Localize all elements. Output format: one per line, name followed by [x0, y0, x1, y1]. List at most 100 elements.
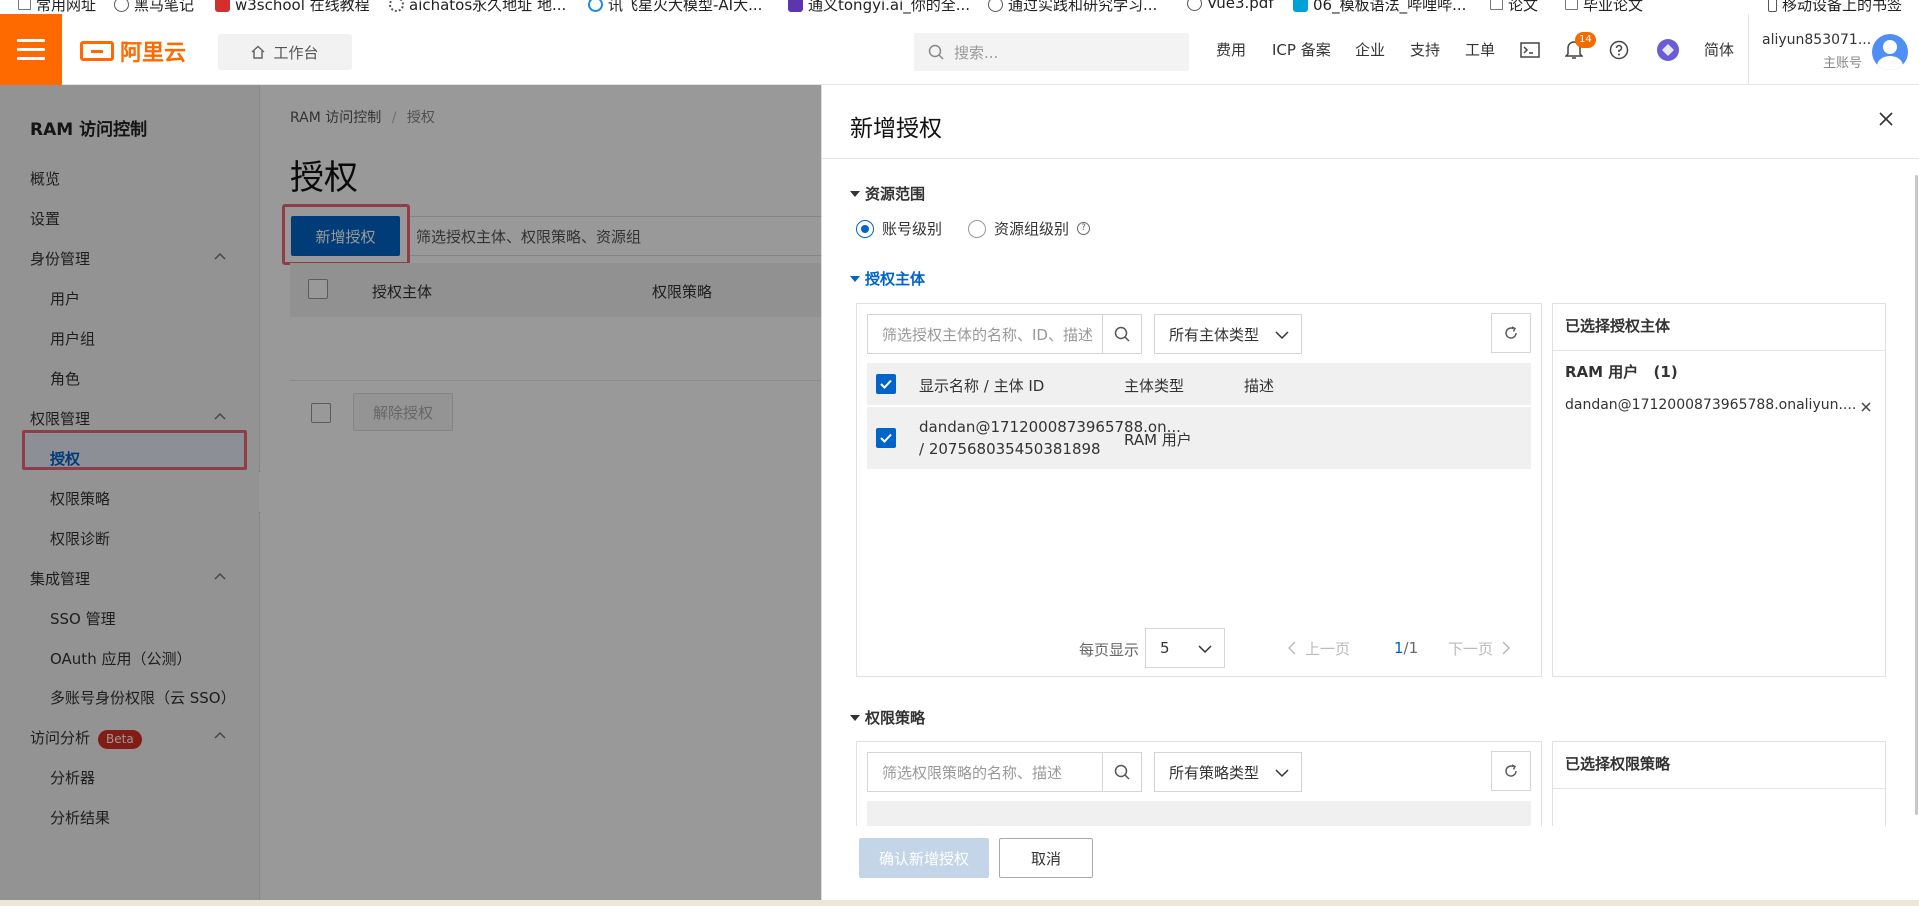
page-size-label: 每页显示	[1079, 640, 1140, 659]
cancel-button[interactable]: 取消	[999, 838, 1093, 878]
help-icon[interactable]: ?	[1077, 222, 1091, 235]
drawer-title: 新增授权	[850, 116, 942, 142]
refresh-principals-button[interactable]	[1491, 313, 1531, 353]
input-placeholder: 筛选授权主体的名称、ID、描述	[882, 325, 1093, 344]
bookmark-aichatos[interactable]: aichatos永久地址 地...	[389, 0, 566, 14]
bookmark-heima[interactable]: 黑马笔记	[114, 0, 194, 14]
next-page-button[interactable]: 下一页	[1448, 628, 1511, 668]
principal-search-input[interactable]: 筛选授权主体的名称、ID、描述	[867, 314, 1103, 354]
principal-table-header: 显示名称 / 主体 ID 主体类型 描述	[867, 363, 1531, 405]
bookmark-label: 通义tongyi.ai_你的全...	[808, 0, 971, 14]
policy-type-select[interactable]: 所有策略类型	[1154, 752, 1302, 792]
caret-down-icon	[850, 275, 860, 282]
nav-icp[interactable]: ICP 备案	[1272, 14, 1331, 85]
select-all-principals-checkbox[interactable]	[876, 374, 896, 394]
add-authorization-drawer: 新增授权 资源范围 账号级别 资源组级别 ? 授权主体 筛选授权主体的名称、ID…	[821, 85, 1919, 906]
account-info[interactable]: aliyun853071... 主账号	[1762, 32, 1872, 71]
bookmark-label: 黑马笔记	[134, 0, 195, 14]
caret-down-icon	[850, 714, 860, 721]
remove-icon[interactable]	[1859, 400, 1873, 414]
aliyun-logo[interactable]: 阿里云	[80, 35, 186, 67]
policy-search-button[interactable]	[1102, 752, 1142, 792]
selected-policies-title: 已选择权限策略	[1553, 742, 1885, 789]
policy-list-panel: 筛选权限策略的名称、描述 所有策略类型	[856, 741, 1542, 826]
bookmark-practice[interactable]: 通过实践和研究学习...	[988, 0, 1157, 14]
terminal-button[interactable]	[1520, 14, 1540, 85]
radio-account-level[interactable]: 账号级别	[856, 218, 942, 239]
nav-support[interactable]: 支持	[1410, 14, 1440, 85]
selected-principal-item: dandan@1712000873965788.onaliyun....	[1565, 397, 1857, 413]
folder-icon	[1490, 0, 1503, 10]
globe-icon	[1187, 0, 1202, 11]
nav-enterprise[interactable]: 企业	[1355, 14, 1385, 85]
bookmark-vue3[interactable]: Vue3.pdf	[1187, 0, 1274, 12]
help-button[interactable]	[1609, 14, 1629, 85]
search-icon	[1114, 326, 1130, 342]
bookmark-thesis[interactable]: 论文	[1490, 0, 1538, 14]
page-size-select[interactable]: 5	[1145, 628, 1225, 668]
account-type: 主账号	[1822, 56, 1862, 71]
section-principal[interactable]: 授权主体	[850, 268, 925, 289]
radio-resource-group-level[interactable]: 资源组级别 ?	[968, 218, 1091, 239]
chevron-down-icon	[1198, 645, 1212, 654]
chevron-down-icon	[1275, 769, 1289, 778]
selected-group-name: RAM 用户	[1565, 363, 1639, 381]
refresh-policies-button[interactable]	[1491, 751, 1531, 791]
bookmark-common-sites[interactable]: 常用网址	[18, 0, 96, 14]
nav-label: 支持	[1410, 41, 1441, 59]
bookmark-label: 移动设备上的书签	[1782, 0, 1903, 14]
folder-icon	[1565, 0, 1578, 10]
aliyun-logo-icon	[80, 41, 114, 61]
avatar[interactable]	[1872, 34, 1908, 70]
bookmark-mobile[interactable]: 移动设备上的书签	[1768, 0, 1902, 14]
ai-assistant-button[interactable]	[1656, 14, 1680, 85]
bookmark-bilibili[interactable]: 06_模板语法_哔哩哔...	[1293, 0, 1466, 14]
nav-label: 费用	[1216, 41, 1247, 59]
drawer-scrollbar[interactable]	[1915, 175, 1918, 815]
select-value: 所有主体类型	[1169, 325, 1260, 344]
modal-overlay[interactable]	[0, 85, 821, 906]
column-display-name: 显示名称 / 主体 ID	[919, 377, 1045, 395]
search-input[interactable]: 搜索...	[914, 33, 1189, 71]
bookmark-xunfei[interactable]: 讯飞星火大模型-AI大...	[588, 0, 762, 14]
nav-ticket[interactable]: 工单	[1465, 14, 1495, 85]
table-row[interactable]: dandan@1712000873965788.on... / 20756803…	[867, 407, 1531, 469]
check-icon	[880, 379, 892, 389]
tongyi-icon	[788, 0, 803, 12]
section-title: 资源范围	[865, 185, 926, 203]
menu-button[interactable]	[0, 14, 62, 85]
selected-principals-panel: 已选择授权主体 RAM 用户 (1) dandan@17120008739657…	[1552, 303, 1886, 677]
prev-page-button[interactable]: 上一页	[1287, 628, 1350, 668]
gear-icon	[389, 0, 404, 12]
bookmark-w3school[interactable]: w3school 在线教程	[215, 0, 370, 14]
principal-list-panel: 筛选授权主体的名称、ID、描述 所有主体类型 显示名称 / 主体 ID 主体类型…	[856, 303, 1542, 677]
globe-icon	[988, 0, 1003, 12]
help-circle-icon	[1609, 40, 1629, 59]
bookmark-label: 06_模板语法_哔哩哔...	[1313, 0, 1467, 14]
divider	[1748, 14, 1749, 85]
nav-billing[interactable]: 费用	[1216, 14, 1246, 85]
workbench-button[interactable]: 工作台	[218, 34, 352, 70]
bookmark-graduation[interactable]: 毕业论文	[1565, 0, 1643, 14]
bookmark-label: w3school 在线教程	[235, 0, 370, 14]
section-resource-scope[interactable]: 资源范围	[850, 183, 925, 204]
radio-label: 资源组级别	[994, 220, 1070, 238]
divider	[822, 158, 1919, 159]
chevron-down-icon	[1275, 331, 1289, 340]
principal-type-select[interactable]: 所有主体类型	[1154, 314, 1302, 354]
row-checkbox[interactable]	[876, 428, 896, 448]
notification-button[interactable]	[1565, 14, 1583, 85]
policy-search-input[interactable]: 筛选权限策略的名称、描述	[867, 752, 1103, 792]
account-name: aliyun853071...	[1762, 32, 1872, 48]
pagination: 每页显示	[1079, 629, 1139, 669]
bookmark-tongyi[interactable]: 通义tongyi.ai_你的全...	[788, 0, 970, 14]
close-icon[interactable]	[1874, 107, 1898, 131]
prev-page-label: 上一页	[1305, 639, 1351, 658]
principal-id: / 207568035450381898	[919, 440, 1101, 458]
section-policy[interactable]: 权限策略	[850, 707, 925, 728]
principal-search-button[interactable]	[1102, 314, 1142, 354]
confirm-add-authorization-button[interactable]: 确认新增授权	[859, 838, 989, 878]
language-switch[interactable]: 简体	[1704, 14, 1734, 85]
page-indicator: 1 /1	[1394, 628, 1418, 668]
spark-icon	[588, 0, 603, 12]
